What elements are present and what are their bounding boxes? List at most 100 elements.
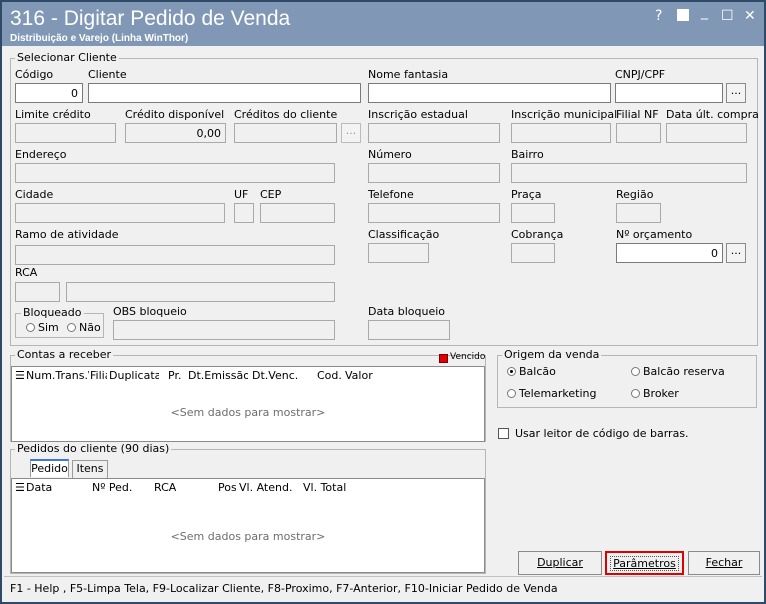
origem-venda-group: Origem da venda <box>497 348 757 408</box>
close-icon[interactable]: ✕ <box>744 8 756 24</box>
restore-panel-icon[interactable] <box>677 9 689 21</box>
radio-selected-icon <box>507 367 516 376</box>
telefone-label: Telefone <box>368 188 414 201</box>
radio-icon <box>631 367 640 376</box>
inscricao-estadual-field <box>368 123 500 143</box>
uf-field <box>234 203 254 223</box>
leitor-label: Usar leitor de código de barras. <box>515 427 689 440</box>
cliente-input[interactable] <box>88 83 361 103</box>
orcamento-search-button[interactable]: ... <box>726 243 746 263</box>
cobranca-label: Cobrança <box>511 228 564 241</box>
empty-state-text: <Sem dados para mostrar> <box>170 406 326 419</box>
limite-credito-field <box>15 123 116 143</box>
grid-column-header[interactable]: Pr. <box>168 369 188 382</box>
bairro-field <box>511 163 747 183</box>
bloqueado-nao-radio[interactable]: Não <box>67 321 101 334</box>
cliente-label: Cliente <box>88 68 127 81</box>
pedidos-cliente-legend: Pedidos do cliente (90 dias) <box>15 442 172 455</box>
nome-fantasia-input[interactable] <box>368 83 611 103</box>
limite-credito-label: Limite crédito <box>15 108 91 121</box>
grid-column-header[interactable]: Vl. Total <box>303 481 363 494</box>
origem-telemarketing-radio[interactable]: Telemarketing <box>507 387 597 400</box>
inscricao-municipal-label: Inscrição municipal <box>511 108 618 121</box>
telefone-field <box>368 203 500 223</box>
vencido-color-swatch <box>439 354 448 363</box>
data-bloqueio-field <box>368 320 450 340</box>
radio-icon <box>507 389 516 398</box>
classificacao-label: Classificação <box>368 228 440 241</box>
grid-column-header[interactable]: RCA <box>154 481 214 494</box>
parametros-label: Parâmetros <box>610 556 679 571</box>
origem-broker-radio[interactable]: Broker <box>631 387 679 400</box>
pedidos-grid[interactable]: ☰ Data Nº Ped. RCA Pos Vl. Atend. Vl. To… <box>11 478 485 573</box>
leitor-codigo-barras-checkbox[interactable]: Usar leitor de código de barras. <box>498 427 689 440</box>
grid-menu-icon[interactable]: ☰ <box>15 369 24 382</box>
balcao-label: Balcão <box>519 365 556 378</box>
minimize-icon[interactable]: _ <box>701 4 708 20</box>
endereco-field <box>15 163 335 183</box>
regiao-field <box>616 203 661 223</box>
fechar-button[interactable]: Fechar <box>688 551 760 575</box>
grid-column-header[interactable]: Num.Trans.\ <box>26 369 89 382</box>
obs-bloqueio-field <box>113 320 335 340</box>
orcamento-label: Nº orçamento <box>616 228 693 241</box>
duplicar-pedido-button[interactable]: Duplicar Pedido <box>518 551 602 590</box>
contas-receber-grid[interactable]: ☰ Num.Trans.\ Filia Duplicata Pr. Dt.Emi… <box>11 366 485 442</box>
orcamento-input[interactable]: 0 <box>616 243 723 263</box>
praca-field <box>511 203 555 223</box>
cnpj-search-button[interactable]: ... <box>726 83 746 103</box>
tab-itens[interactable]: Itens <box>72 460 108 478</box>
bloqueado-legend: Bloqueado <box>21 306 84 319</box>
contas-receber-legend: Contas a receber <box>15 348 114 361</box>
vencido-label: Vencido <box>450 352 486 362</box>
creditos-cliente-field <box>234 123 337 143</box>
codigo-label: Código <box>15 68 54 81</box>
nao-label: Não <box>79 321 101 334</box>
title-bar: 316 - Digitar Pedido de Venda Distribuiç… <box>2 2 764 46</box>
parametros-button[interactable]: Parâmetros <box>605 551 684 575</box>
fechar-label: Fechar <box>705 556 743 569</box>
bloqueado-sim-radio[interactable]: Sim <box>26 321 59 334</box>
ramo-atividade-field <box>15 245 335 265</box>
creditos-cliente-button[interactable]: ... <box>341 123 361 143</box>
grid-column-header[interactable]: Filia <box>90 369 107 382</box>
grid-column-header[interactable]: Pos <box>218 481 236 494</box>
filial-nf-label: Filial NF <box>616 108 659 121</box>
data-ult-compra-label: Data últ. compra <box>666 108 759 121</box>
grid-column-header[interactable]: Vl. Atend. <box>239 481 299 494</box>
grid-column-header[interactable]: Valor <box>345 369 380 382</box>
maximize-icon[interactable]: ☐ <box>721 8 734 24</box>
grid-column-header[interactable]: Nº Ped. <box>92 481 148 494</box>
rca-name-field <box>66 282 335 302</box>
regiao-label: Região <box>616 188 654 201</box>
inscricao-estadual-label: Inscrição estadual <box>368 108 468 121</box>
status-bar: F1 - Help , F5-Limpa Tela, F9-Localizar … <box>4 576 762 600</box>
help-icon[interactable]: ? <box>655 8 662 24</box>
rca-code-field <box>15 282 60 302</box>
origem-balcao-reserva-radio[interactable]: Balcão reserva <box>631 365 725 378</box>
cep-label: CEP <box>260 188 282 201</box>
radio-icon <box>26 323 35 332</box>
tab-pedido[interactable]: Pedido <box>30 459 69 477</box>
balcao-reserva-label: Balcão reserva <box>643 365 725 378</box>
creditos-cliente-label: Créditos do cliente <box>234 108 338 121</box>
grid-column-header[interactable]: Data <box>26 481 86 494</box>
codigo-input[interactable]: 0 <box>15 83 83 103</box>
window-subtitle: Distribuição e Varejo (Linha WinThor) <box>10 33 189 44</box>
origem-balcao-radio[interactable]: Balcão <box>507 365 556 378</box>
data-bloqueio-label: Data bloqueio <box>368 305 446 318</box>
grid-column-header[interactable]: Dt.Venc. <box>252 369 316 382</box>
grid-menu-icon[interactable]: ☰ <box>15 481 24 494</box>
radio-icon <box>67 323 76 332</box>
credito-disponivel-label: Crédito disponível <box>125 108 225 121</box>
numero-field <box>368 163 500 183</box>
checkbox-icon <box>498 428 509 439</box>
broker-label: Broker <box>643 387 679 400</box>
cnpj-label: CNPJ/CPF <box>615 68 666 81</box>
uf-label: UF <box>234 188 249 201</box>
grid-column-header[interactable]: Cod. <box>317 369 345 382</box>
grid-column-header[interactable]: Dt.Emissão <box>188 369 248 382</box>
cnpj-input[interactable] <box>615 83 723 103</box>
nome-fantasia-label: Nome fantasia <box>368 68 449 81</box>
grid-column-header[interactable]: Duplicata <box>109 369 159 382</box>
